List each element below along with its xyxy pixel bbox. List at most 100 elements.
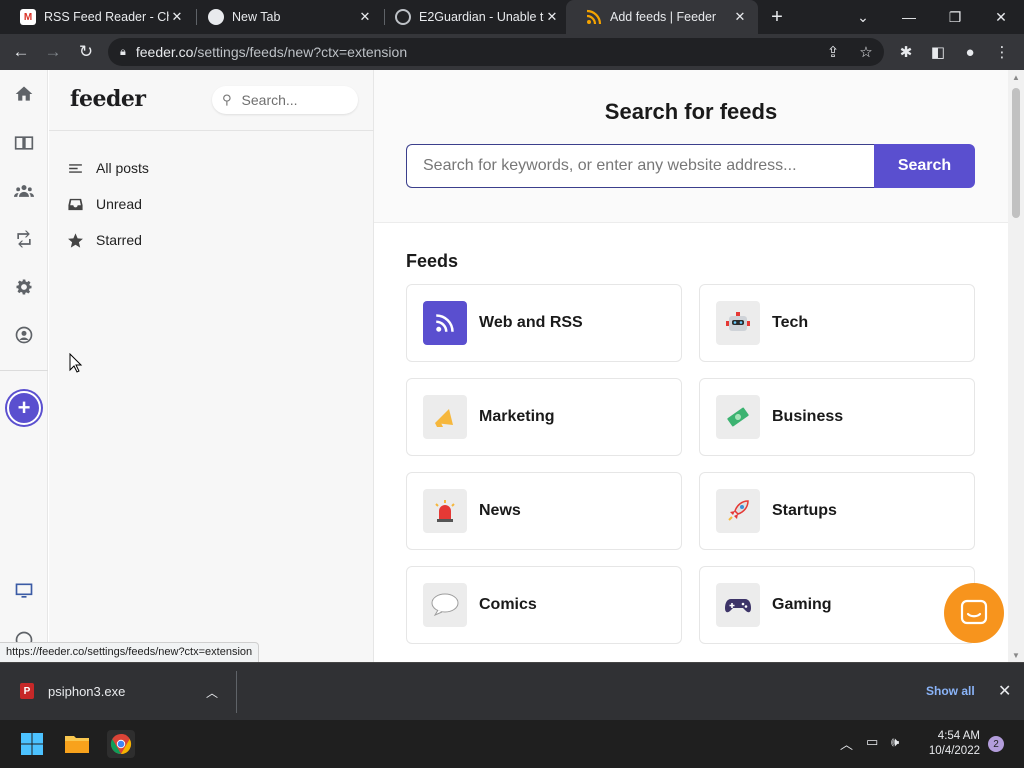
rss-icon: [423, 301, 467, 345]
tab-search-chevron-icon[interactable]: ⌄: [840, 0, 886, 34]
gmail-favicon-icon: M: [20, 9, 36, 25]
globe-favicon-icon: [395, 9, 411, 25]
status-url-bubble: https://feeder.co/settings/feeds/new?ctx…: [0, 642, 260, 663]
extensions-icon[interactable]: ✱: [893, 39, 919, 65]
category-name: Business: [772, 408, 844, 425]
category-name: Tech: [772, 314, 809, 331]
menu-kebab-icon[interactable]: ⋮: [989, 39, 1015, 65]
megaphone-icon: [423, 395, 467, 439]
page-content: + feeder ⚲ Search... All posts Unread St…: [0, 70, 1024, 662]
volume-icon[interactable]: 🕪︎: [891, 734, 899, 750]
search-button[interactable]: Search: [874, 144, 975, 188]
back-icon[interactable]: ←: [8, 39, 34, 65]
sidebar-search-placeholder: Search...: [241, 92, 298, 108]
robot-icon: [716, 301, 760, 345]
tab-close-icon[interactable]: ✕: [357, 9, 373, 25]
star-icon: [66, 231, 84, 249]
feed-search-input[interactable]: Search for keywords, or enter any websit…: [406, 144, 874, 188]
home-icon[interactable]: [12, 82, 36, 106]
sidebar-item-starred[interactable]: Starred: [66, 228, 142, 252]
tab-add-feeds[interactable]: Add feeds | Feeder ✕: [566, 0, 758, 34]
scroll-up-icon[interactable]: ▲: [1008, 70, 1024, 84]
tab-e2guardian[interactable]: E2Guardian - Unable to ✕: [375, 0, 570, 34]
siren-icon: [423, 489, 467, 533]
url-path: /settings/feeds/new?ctx=extension: [193, 44, 408, 60]
share-icon[interactable]: ⇪: [820, 39, 846, 65]
search-icon: ⚲: [222, 92, 232, 107]
tab-rss-feed-reader[interactable]: M RSS Feed Reader - Chrome ✕: [0, 0, 195, 34]
rocket-icon: [716, 489, 760, 533]
tab-strip: M RSS Feed Reader - Chrome ✕ New Tab ✕ E…: [0, 0, 1024, 34]
sync-arrows-icon[interactable]: [12, 227, 36, 251]
category-card-marketing[interactable]: Marketing: [406, 378, 682, 456]
show-all-downloads-link[interactable]: Show all: [926, 684, 975, 698]
feeds-heading: Feeds: [406, 251, 459, 271]
category-card-news[interactable]: News: [406, 472, 682, 550]
scroll-down-icon[interactable]: ▼: [1008, 648, 1024, 662]
list-icon: [66, 159, 84, 177]
category-card-web-and-rss[interactable]: Web and RSS: [406, 284, 682, 362]
tab-close-icon[interactable]: ✕: [544, 9, 560, 25]
category-card-gaming[interactable]: Gaming: [699, 566, 975, 644]
inbox-icon: [66, 195, 84, 213]
add-feed-button[interactable]: +: [7, 391, 41, 425]
category-name: News: [479, 502, 521, 519]
address-bar[interactable]: 🔒︎ feeder.co/settings/feeds/new?ctx=exte…: [108, 38, 884, 66]
windows-start-icon[interactable]: [18, 730, 46, 758]
reader-view-icon[interactable]: [12, 131, 36, 155]
reload-icon[interactable]: ↻: [73, 39, 99, 65]
network-icon[interactable]: ▭: [866, 734, 878, 750]
category-name: Marketing: [479, 408, 555, 425]
bookmark-star-icon[interactable]: ☆: [853, 39, 879, 65]
category-card-tech[interactable]: Tech: [699, 284, 975, 362]
account-icon[interactable]: [12, 323, 36, 347]
sidebar-item-label: Unread: [96, 196, 142, 212]
feeder-logo[interactable]: feeder: [70, 86, 146, 112]
chat-launcher-button[interactable]: [944, 583, 1004, 643]
category-card-comics[interactable]: Comics: [406, 566, 682, 644]
category-card-startups[interactable]: Startups: [699, 472, 975, 550]
download-options-chevron-icon[interactable]: ︿: [206, 684, 218, 701]
close-window-icon[interactable]: ✕: [978, 0, 1024, 34]
rss-favicon-icon: [586, 9, 602, 25]
side-panel-icon[interactable]: ◧: [925, 39, 951, 65]
tab-title: E2Guardian - Unable to: [419, 10, 544, 24]
profile-icon[interactable]: ●: [957, 39, 983, 65]
tab-close-icon[interactable]: ✕: [732, 9, 748, 25]
clock-date: 10/4/2022: [928, 745, 980, 757]
taskbar-clock[interactable]: 4:54 AM 10/4/2022: [918, 729, 980, 759]
category-card-business[interactable]: Business: [699, 378, 975, 456]
page-scrollbar[interactable]: ▲ ▼: [1008, 70, 1024, 662]
chrome-taskbar-icon[interactable]: [107, 730, 135, 758]
tab-close-icon[interactable]: ✕: [169, 9, 185, 25]
tray-chevron-icon[interactable]: ︿: [840, 734, 853, 753]
speech-bubble-icon: [423, 583, 467, 627]
lock-icon: 🔒︎: [120, 45, 126, 58]
restore-icon[interactable]: ❐: [932, 0, 978, 34]
settings-gear-icon[interactable]: [12, 275, 36, 299]
new-tab-icon[interactable]: +: [766, 6, 788, 28]
sidebar-divider: [49, 130, 374, 131]
scrollbar-thumb[interactable]: [1012, 88, 1020, 218]
sidebar-search-input[interactable]: ⚲ Search...: [212, 86, 358, 114]
sidebar-item-unread[interactable]: Unread: [66, 192, 142, 216]
download-item[interactable]: P psiphon3.exe: [20, 683, 125, 699]
download-shelf: P psiphon3.exe ︿ Show all ✕: [0, 662, 1024, 720]
minimize-icon[interactable]: —: [886, 0, 932, 34]
people-icon[interactable]: [12, 179, 36, 203]
main-panel: Search for feeds Search for keywords, or…: [374, 70, 1008, 662]
category-name: Gaming: [772, 596, 832, 613]
mouse-cursor-icon: [69, 352, 83, 378]
psiphon-file-icon: P: [20, 683, 34, 699]
tab-new-tab[interactable]: New Tab ✕: [188, 0, 383, 34]
file-explorer-icon[interactable]: [63, 730, 91, 758]
sidebar: feeder ⚲ Search... All posts Unread Star…: [49, 70, 374, 662]
sidebar-item-all-posts[interactable]: All posts: [66, 156, 149, 180]
close-shelf-icon[interactable]: ✕: [998, 681, 1011, 701]
notification-badge[interactable]: 2: [988, 736, 1004, 752]
url-host: feeder.co: [135, 44, 194, 60]
sidebar-item-label: Starred: [96, 232, 142, 248]
icon-rail: +: [0, 70, 48, 662]
desktop-icon[interactable]: [12, 579, 36, 603]
forward-icon[interactable]: →: [40, 39, 66, 65]
